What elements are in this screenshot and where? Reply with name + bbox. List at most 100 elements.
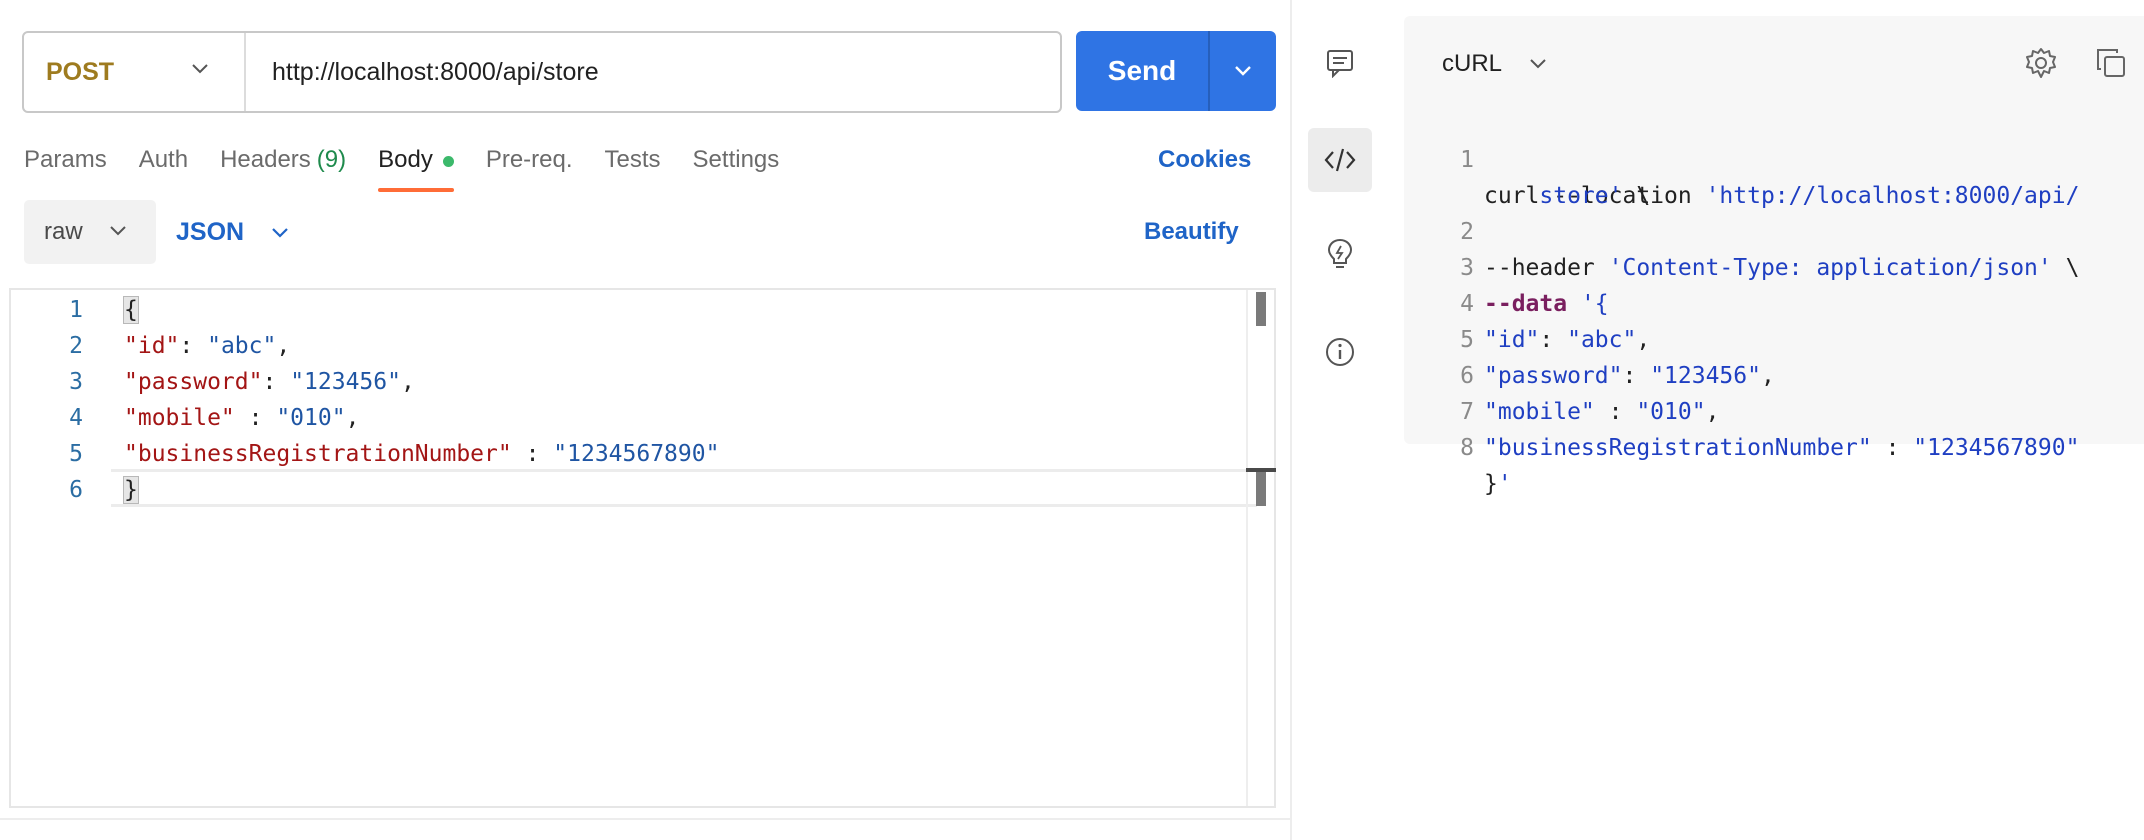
snippet-string: "mobile" [1484, 399, 1595, 425]
tab-label: Pre-req. [485, 146, 573, 173]
snippet-line: 7 "businessRegistrationNumber" : "123456… [1404, 358, 2079, 461]
suggestions-button[interactable] [1308, 222, 1372, 286]
tab-headers[interactable]: Headers (9) [220, 140, 346, 192]
snippet-text: \ [1622, 183, 1651, 209]
tab-params[interactable]: Params [24, 140, 107, 192]
request-pane: POST Send Params Auth Headers(9) Body Pr… [0, 0, 1290, 840]
json-key: "mobile" [124, 405, 235, 431]
snippet-string: "1234567890" [1913, 435, 2080, 461]
chevron-down-icon [110, 226, 126, 236]
beautify-button[interactable]: Beautify [1144, 218, 1239, 246]
code-snippet-button[interactable] [1308, 128, 1372, 192]
line-number: 8 [1460, 435, 1474, 461]
code-line: 1 { [11, 292, 1251, 328]
tab-label: Params [24, 146, 107, 173]
tab-label: Body [378, 146, 433, 173]
snippet-line: 5 "password": "123456", [1404, 286, 1775, 389]
code-icon [1324, 148, 1356, 172]
pane-bottom-border [0, 818, 1290, 820]
snippet-text: , [1760, 363, 1775, 389]
brace: { [123, 296, 139, 324]
modified-dot-icon [442, 156, 454, 167]
url-input[interactable] [246, 33, 1060, 111]
info-button[interactable] [1308, 320, 1372, 384]
code-line: 5 "businessRegistrationNumber" : "123456… [11, 436, 1251, 472]
scrollbar-marker [1256, 472, 1266, 506]
json-separator: : [262, 369, 291, 395]
snippet-text: : [1871, 435, 1914, 461]
tab-label: Settings [692, 146, 780, 173]
snippet-text: : [1539, 327, 1568, 353]
json-key: "id" [124, 333, 180, 359]
line-number: 1 [69, 297, 83, 323]
tab-label: Tests [604, 146, 661, 173]
snippet-string: 'Content-Type: application/json' [1608, 255, 2052, 281]
body-mode-select[interactable]: raw [24, 200, 156, 264]
tab-prereq[interactable]: Pre-req. [486, 140, 573, 192]
snippet-language-label: cURL [1442, 50, 1503, 77]
snippet-string: 'http://localhost:8000/api/ [1705, 183, 2080, 209]
tab-auth[interactable]: Auth [139, 140, 188, 192]
snippet-text: --header [1484, 255, 1609, 281]
tab-tests[interactable]: Tests [605, 140, 661, 192]
json-value: "010" [276, 405, 346, 431]
comment-icon [1327, 50, 1353, 78]
request-tabs: Params Auth Headers (9) Body Pre-req. Tes… [24, 140, 811, 196]
json-comma: , [400, 369, 415, 395]
code-line: 4 "mobile" : "010", [11, 400, 1251, 436]
tab-body[interactable]: Body [378, 140, 454, 192]
json-value: "1234567890" [553, 441, 720, 467]
body-language-label: JSON [176, 217, 245, 246]
snippet-line: 6 "mobile" : "010", [1404, 322, 1719, 425]
send-options-button[interactable] [1210, 31, 1276, 111]
method-label: POST [46, 57, 115, 86]
comments-button[interactable] [1308, 31, 1372, 95]
snippet-line: 1 curl --location 'http://localhost:8000… [1404, 106, 2079, 209]
snippet-string: '{ [1567, 291, 1609, 317]
send-button[interactable]: Send [1076, 31, 1210, 111]
editor-scrollbar[interactable] [1246, 290, 1276, 806]
method-select[interactable]: POST [24, 33, 246, 111]
json-value: "123456" [290, 369, 401, 395]
info-icon [1326, 338, 1354, 366]
snippet-keyword: --data [1484, 291, 1568, 317]
copy-icon[interactable] [2094, 46, 2128, 80]
tab-settings[interactable]: Settings [693, 140, 780, 192]
snippet-line: 2 --header 'Content-Type: application/js… [1404, 178, 2079, 281]
code-snippet-panel: cURL 1 curl --location 'http://localhost… [1404, 16, 2144, 497]
json-value: "abc" [207, 333, 277, 359]
body-mode-label: raw [44, 218, 83, 245]
snippet-string: ' [1497, 471, 1512, 497]
code-line: 3 "password": "123456", [11, 364, 1251, 400]
scrollbar-thumb[interactable] [1256, 292, 1266, 326]
line-number: 2 [69, 333, 83, 359]
snippet-line: 3 --data '{ [1404, 214, 1609, 317]
chevron-down-icon [1530, 59, 1546, 69]
line-number: 5 [69, 441, 83, 467]
snippet-string: "id" [1484, 327, 1540, 353]
chevron-down-icon [192, 64, 208, 74]
snippet-language-select[interactable]: cURL [1442, 50, 1548, 78]
snippet-text: : [1622, 363, 1651, 389]
chevron-down-icon [272, 228, 288, 238]
body-editor[interactable]: 1 { 2 "id": "abc", 3 "password": "123456… [9, 288, 1276, 808]
send-button-group: Send [1076, 31, 1276, 111]
json-comma: , [345, 405, 360, 431]
json-key: "businessRegistrationNumber" [124, 441, 512, 467]
chevron-down-icon [1235, 66, 1251, 76]
snippet-string: "abc" [1567, 327, 1637, 353]
cookies-link[interactable]: Cookies [1158, 146, 1251, 174]
code-line: 6 } [11, 472, 1251, 508]
json-separator: : [234, 405, 277, 431]
snippet-line: 4 "id": "abc", [1404, 250, 1650, 353]
tab-label: Auth [138, 146, 189, 173]
snippet-string: "123456" [1650, 363, 1761, 389]
line-number: 4 [69, 405, 83, 431]
snippet-string: "password" [1484, 363, 1623, 389]
lightbulb-icon [1327, 238, 1353, 268]
json-key: "password" [124, 369, 263, 395]
body-language-select[interactable]: JSON [176, 200, 290, 264]
json-comma: , [276, 333, 291, 359]
gear-icon[interactable] [2024, 46, 2058, 80]
snippet-string: "businessRegistrationNumber" [1484, 435, 1872, 461]
